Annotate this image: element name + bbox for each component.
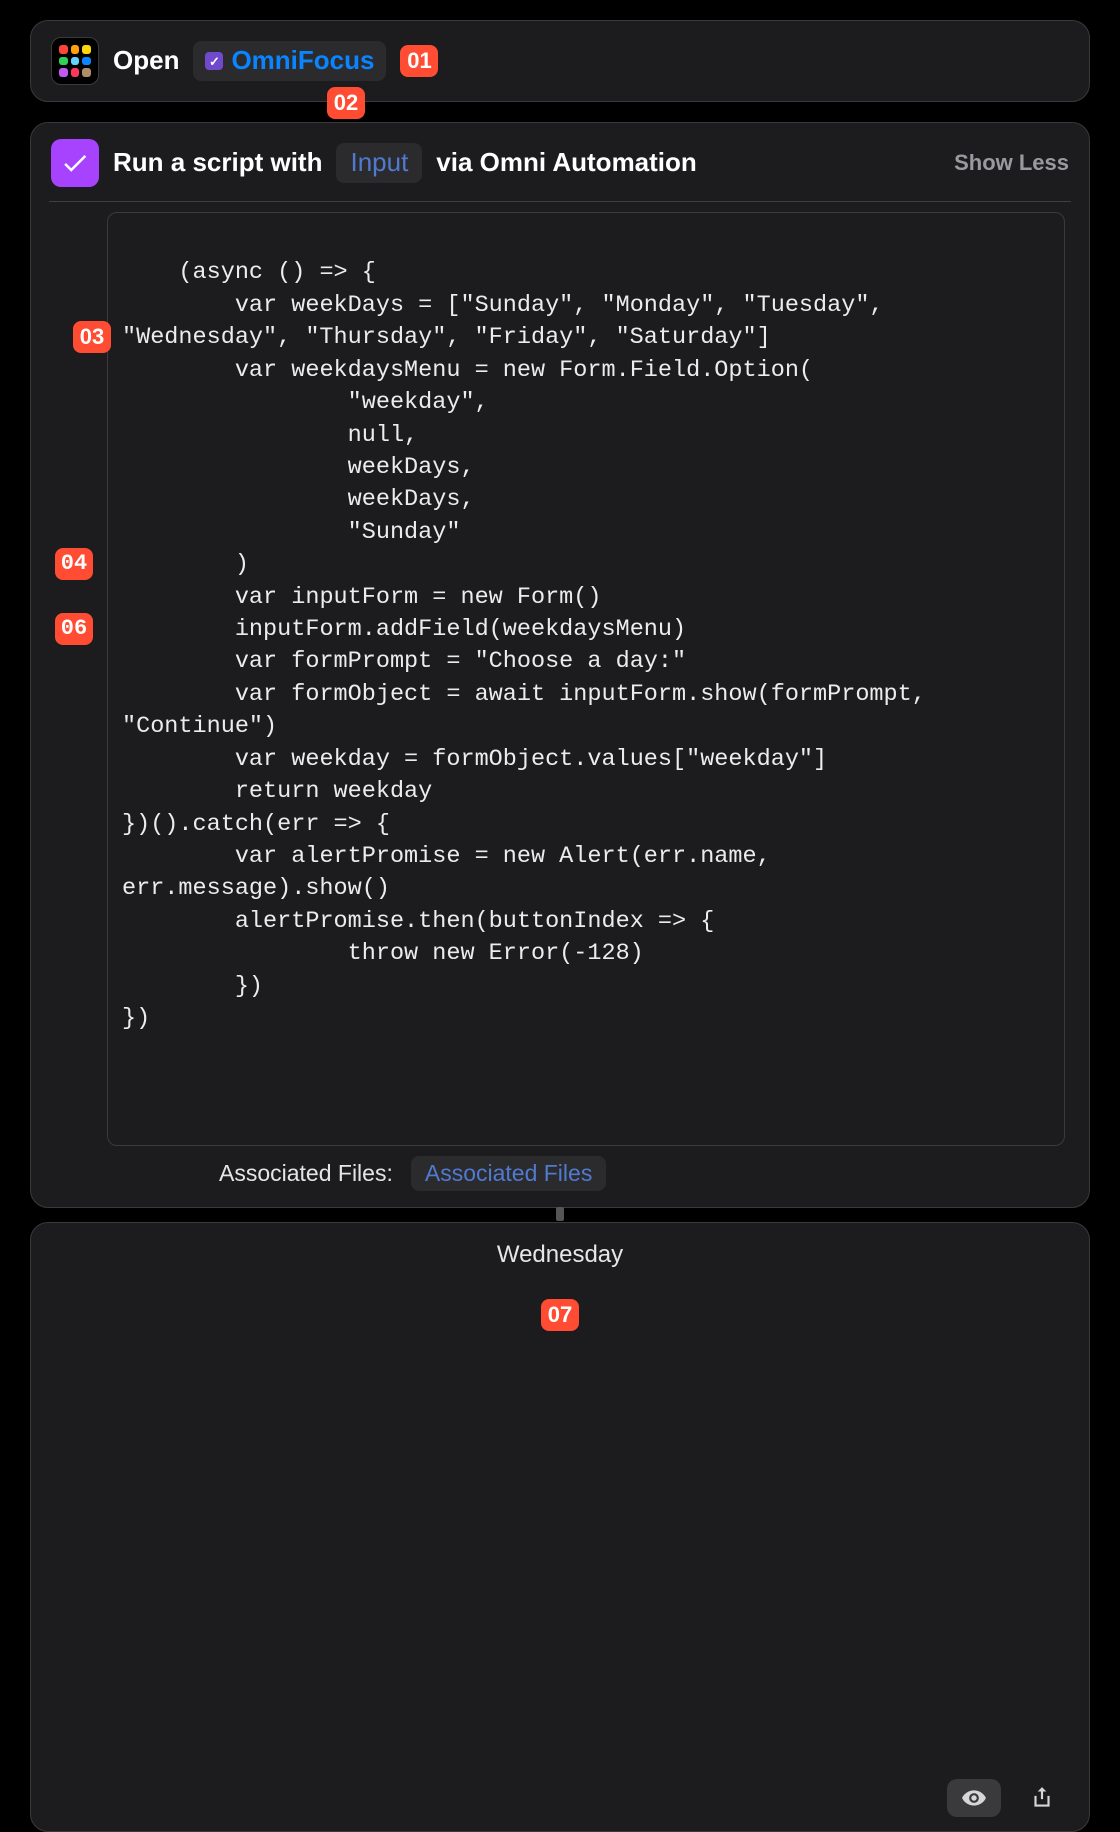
annotation-badge-01: 01 <box>400 45 438 77</box>
result-actions <box>947 1779 1069 1817</box>
eye-icon <box>961 1785 987 1811</box>
script-input-token[interactable]: Input <box>336 143 422 182</box>
checkmark-icon: ✓ <box>205 52 223 70</box>
share-icon <box>1029 1785 1055 1811</box>
associated-files-token[interactable]: Associated Files <box>411 1156 606 1191</box>
header-divider <box>49 201 1071 202</box>
script-code-text: (async () => { var weekDays = ["Sunday",… <box>122 259 940 1032</box>
annotation-badge-02: 02 <box>327 87 365 119</box>
open-app-header: Open ✓ OmniFocus 01 <box>51 37 1069 85</box>
show-less-button[interactable]: Show Less <box>954 150 1069 176</box>
open-app-token[interactable]: ✓ OmniFocus <box>193 41 386 80</box>
annotation-badge-04: 04 <box>55 548 93 580</box>
app-launcher-icon <box>51 37 99 85</box>
flow-connector <box>556 1207 564 1221</box>
quicklook-button[interactable] <box>947 1779 1001 1817</box>
result-text: Wednesday <box>51 1241 1069 1269</box>
script-title-prefix: Run a script with <box>113 147 322 178</box>
associated-files-row: Associated Files: Associated Files <box>107 1156 1069 1191</box>
run-script-action-card[interactable]: 02 Run a script with Input via Omni Auto… <box>30 122 1090 1208</box>
associated-files-label: Associated Files: <box>107 1160 393 1187</box>
annotation-badge-07: 07 <box>541 1299 579 1331</box>
run-script-header: Run a script with Input via Omni Automat… <box>51 139 1069 187</box>
result-card: Wednesday 07 <box>30 1222 1090 1832</box>
open-verb: Open <box>113 45 179 76</box>
share-button[interactable] <box>1015 1779 1069 1817</box>
annotation-badge-03: 03 <box>73 321 111 353</box>
open-app-action-card[interactable]: Open ✓ OmniFocus 01 <box>30 20 1090 102</box>
script-code-editor[interactable]: (async () => { var weekDays = ["Sunday",… <box>107 212 1065 1146</box>
annotation-badge-06: 06 <box>55 613 93 645</box>
open-app-name: OmniFocus <box>231 45 374 76</box>
script-title-suffix: via Omni Automation <box>436 147 697 178</box>
omni-automation-icon <box>51 139 99 187</box>
